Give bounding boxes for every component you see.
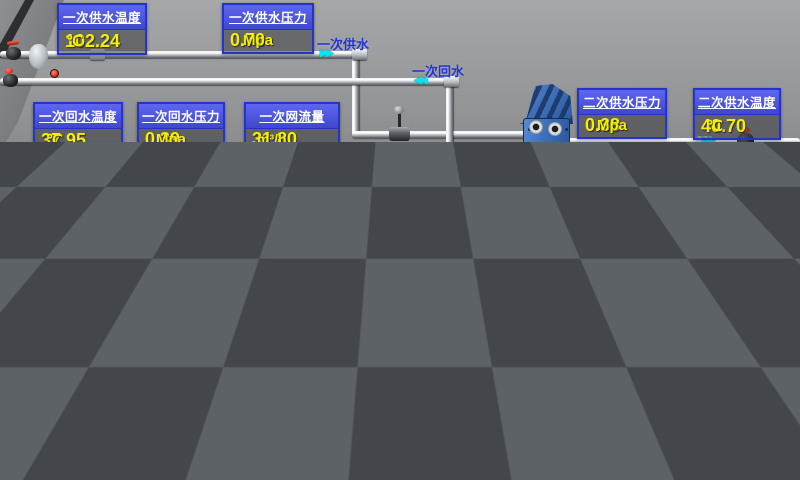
control-valve-actuator (394, 106, 404, 114)
tank-manhole (16, 376, 58, 416)
tag-secondary-supply-pressure: 二次供水压力 0.38Mpa (577, 88, 667, 139)
tag-title: 一次回水压力 (139, 104, 223, 129)
tag-title: 一次回水温度 (35, 104, 121, 129)
pipe-primary-return-riser (446, 84, 453, 216)
pump-status-window (259, 321, 267, 336)
tag-title: 二次供水温度 (695, 90, 779, 115)
pump-body (235, 401, 257, 427)
tag-primary-return-pressure: 一次回水压力 0.39Mpa (137, 102, 225, 153)
tag-primary-flow: 一次网流量 31.80m³/h (244, 102, 340, 152)
strainer-filter (29, 44, 48, 69)
tag-makeup-pump-frequency: 补水泵频率 33.88Hz (278, 377, 370, 428)
tag-value: 33.88Hz (280, 404, 368, 426)
tag-value: 5.92% (358, 173, 444, 195)
flow-arrow-left-icon: ◀◀ (518, 330, 529, 338)
tag-title: 一次网流量 (246, 104, 338, 129)
pipe-makeup-riser-a (412, 362, 419, 390)
tag-value: 31.80m³/h (246, 129, 338, 150)
pump-status-window (243, 383, 251, 398)
pump-body (437, 223, 459, 249)
tag-valve-opening: 阀门开度值 5.92% (356, 146, 446, 197)
pipe-makeup-water (328, 387, 620, 394)
valve-primary-supply[interactable] (6, 47, 21, 60)
circulation-pump-1[interactable] (420, 200, 480, 296)
tag-value: 0.38Mpa (579, 115, 665, 137)
tank-leg (96, 439, 105, 475)
valve-primary-return[interactable] (3, 74, 18, 87)
pump-status-window (445, 205, 453, 220)
pipe-primary-return (0, 78, 458, 85)
drain-valve[interactable] (544, 311, 557, 323)
pump-base (494, 256, 550, 282)
tag-title: 一次供水压力 (224, 5, 312, 30)
tag-title: 一次供水温度 (59, 5, 145, 30)
hx-port-top-left (529, 120, 543, 134)
pipe-primary-supply-to-hx (352, 131, 532, 138)
pump-flange (464, 246, 474, 258)
pipe-label-primary-supply: 一次供水 (317, 34, 369, 53)
pipe-coupling (546, 329, 561, 340)
pipe-makeup-suction-header (174, 362, 181, 428)
hmi-heat-station-screen: ▶▶ ◀◀ ▶▶ ◀◀ ◀◀ ◀◀ ▶▶ 一次供水 一次回水 二次供水 二次回水… (0, 0, 800, 480)
valve-secondary-return[interactable] (778, 289, 794, 303)
pump-flange (495, 240, 505, 252)
tag-title: 二次回水温度 (694, 247, 778, 272)
pipe-makeup-upper (174, 360, 418, 367)
pump-flange (219, 424, 229, 436)
pipe-label-secondary-supply: 二次供水 (702, 148, 754, 167)
tag-title: 二次供水压力 (579, 90, 665, 115)
tag-value: 102.24℃ (59, 30, 145, 53)
pump-base (420, 262, 476, 288)
tag-value: 40.70℃ (695, 115, 779, 138)
pump-body (251, 339, 273, 365)
flow-arrow-left-icon: ◀◀ (487, 295, 498, 303)
tag-secondary-return-pressure: 二次回水压力 0.27Mpa (577, 245, 667, 296)
tank-leg (56, 439, 65, 475)
control-valve[interactable] (389, 127, 410, 141)
tag-secondary-supply-temp: 二次供水温度 40.70℃ (693, 88, 781, 140)
tag-value: 37.95℃ (35, 129, 121, 152)
tag-value: 1.10m³ (38, 329, 120, 351)
tag-value: 0.27Mpa (579, 272, 665, 294)
pump-flange (262, 424, 272, 436)
tag-primary-supply-pressure: 一次供水压力 0.70Mpa (222, 3, 314, 54)
tag-title: 补水泵频率 (280, 379, 368, 404)
pipe-label-primary-return: 一次回水 (412, 61, 464, 80)
tag-title: 水箱液位高度 (38, 304, 120, 329)
tank-leg (16, 438, 25, 474)
tag-value: 36.63℃ (694, 272, 778, 295)
tag-secondary-return-temp: 二次回水温度 36.63℃ (692, 245, 780, 297)
tag-primary-supply-temp: 一次供水温度 102.24℃ (57, 3, 147, 55)
tag-primary-return-temp: 一次回水温度 37.95℃ (33, 102, 123, 154)
pump-flange (538, 240, 548, 252)
flow-arrow-right-icon: ▶▶ (580, 386, 591, 394)
tag-tank-level: 水箱液位高度 1.10m³ (36, 302, 122, 353)
tank-leg (124, 432, 133, 468)
circulation-pump-2[interactable] (494, 194, 554, 290)
valve-cap (5, 68, 13, 74)
tank-manhole (76, 376, 118, 416)
pump-flange (278, 362, 288, 374)
pressure-gauge (50, 69, 59, 78)
hx-port-top-right (548, 122, 562, 136)
tag-value: 0.39Mpa (139, 129, 223, 151)
pipe-coupling (604, 385, 619, 396)
pump-flange (235, 362, 245, 374)
makeup-pump-2[interactable] (218, 378, 278, 474)
pipe-label-makeup-water: 补水 (581, 401, 607, 420)
tag-title: 二次回水压力 (579, 247, 665, 272)
pump-status-window (519, 199, 527, 214)
pipe-primary-supply-drop (352, 56, 359, 136)
pump-flange (421, 246, 431, 258)
pump-base (218, 440, 274, 466)
tag-value: 0.70Mpa (224, 30, 312, 52)
valve-cap (782, 283, 790, 289)
pipe-tank-return (146, 331, 562, 338)
tank-panel-seam (66, 364, 68, 440)
pipe-label-secondary-return: 二次回水 (717, 309, 769, 328)
tag-title: 阀门开度值 (358, 148, 444, 173)
pump-body (511, 217, 533, 243)
